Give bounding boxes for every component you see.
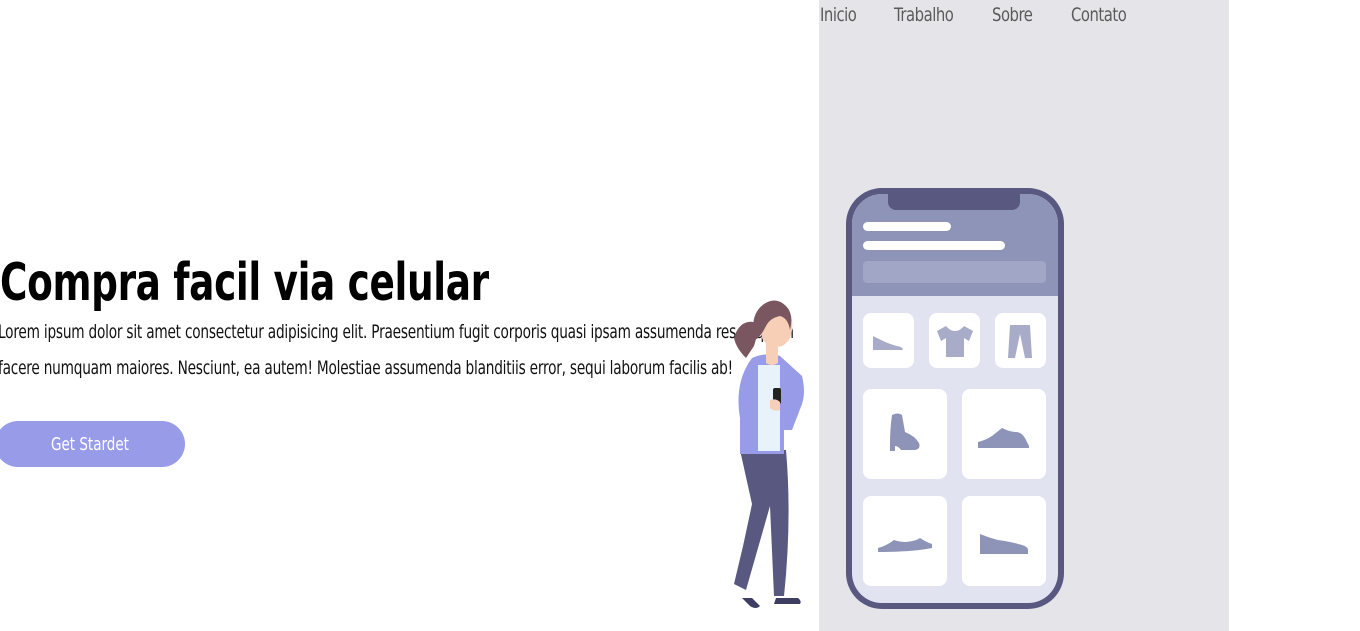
get-started-label: Get Stardet (51, 433, 129, 455)
woman-illustration (734, 300, 804, 608)
hero-title: Compra facil via celular (0, 253, 489, 313)
get-started-button[interactable]: Get Stardet (0, 421, 185, 467)
nav-link-inicio[interactable]: Inicio (820, 0, 857, 30)
phone-illustration (846, 188, 1064, 609)
nav-link-trabalho[interactable]: Trabalho (894, 0, 954, 30)
page: Inicio Trabalho Sobre Contato Compra fac… (0, 0, 1360, 631)
hero-description: Lorem ipsum dolor sit amet consectetur a… (0, 321, 794, 379)
nav-link-contato[interactable]: Contato (1071, 0, 1127, 30)
nav-link-sobre[interactable]: Sobre (992, 0, 1033, 30)
shopping-illustration (734, 188, 1064, 609)
